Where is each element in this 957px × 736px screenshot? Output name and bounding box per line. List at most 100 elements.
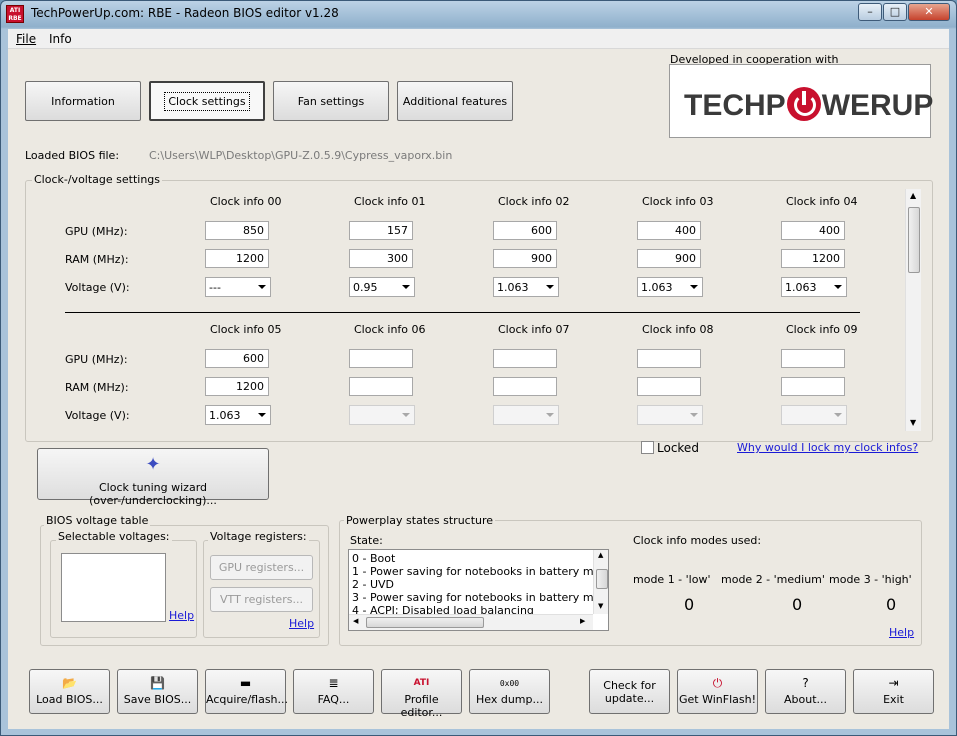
gpu-clock-input[interactable]: 850 [205, 221, 269, 240]
check-for-update-button[interactable]: Check for update... [589, 669, 670, 714]
floppy-disk-icon: 💾 [150, 676, 165, 690]
clock-info-header: Clock info 09 [786, 323, 858, 336]
tab-additional-features[interactable]: Additional features [397, 81, 513, 121]
about-button[interactable]: ? About... [765, 669, 846, 714]
ram-clock-input[interactable] [637, 377, 701, 396]
load-bios-label: Load BIOS... [36, 693, 103, 706]
gpu-clock-input[interactable] [349, 349, 413, 368]
ram-clock-input[interactable]: 1200 [205, 377, 269, 396]
gpu-registers-button[interactable]: GPU registers... [210, 555, 313, 580]
gpu-clock-input[interactable]: 157 [349, 221, 413, 240]
tab-fan-settings[interactable]: Fan settings [273, 81, 389, 121]
ram-clock-input[interactable] [349, 377, 413, 396]
scroll-down-arrow-icon[interactable]: ▼ [910, 418, 916, 427]
techpowerup-logo[interactable]: TECHP WERUP [669, 64, 933, 138]
row-label-voltage: Voltage (V): [65, 281, 130, 294]
profile-editor-button[interactable]: ATI Profile editor... [381, 669, 462, 719]
state-list-item[interactable]: 0 - Boot [349, 552, 593, 565]
states-vscroll-thumb[interactable] [596, 569, 608, 589]
voltage-select[interactable]: 1.063 [493, 277, 559, 297]
state-list-item[interactable]: 2 - UVD [349, 578, 593, 591]
clock-tuning-wizard-button[interactable]: ✦ Clock tuning wizard (over-/underclocki… [37, 448, 269, 507]
profile-editor-label: Profile editor... [400, 693, 443, 719]
lock-help-link[interactable]: Why would I lock my clock infos? [737, 441, 918, 454]
powerplay-states-list[interactable]: 0 - Boot 1 - Power saving for notebooks i… [348, 549, 609, 631]
voltage-select[interactable]: 1.063 [205, 405, 271, 425]
ram-clock-input[interactable]: 1200 [205, 249, 269, 268]
voltage-select[interactable]: 0.95 [349, 277, 415, 297]
exit-label: Exit [883, 693, 904, 706]
menu-file[interactable]: File [16, 32, 36, 46]
loaded-bios-path: C:\Users\WLP\Desktop\GPU-Z.0.5.9\Cypress… [149, 149, 453, 162]
tab-information-label: Information [51, 94, 115, 108]
faq-button[interactable]: ≣ FAQ... [293, 669, 374, 714]
maximize-button[interactable]: □ [883, 3, 907, 21]
voltage-select[interactable]: 1.063 [637, 277, 703, 297]
close-button[interactable]: ✕ [908, 3, 950, 21]
scrollbar-thumb[interactable] [908, 207, 920, 273]
state-list-item[interactable]: 3 - Power saving for notebooks in batter… [349, 591, 593, 604]
clock-scrollbar[interactable]: ▲ ▼ [905, 189, 921, 431]
states-scroll-left-icon[interactable]: ◀ [353, 617, 358, 625]
locked-checkbox[interactable] [641, 441, 654, 454]
clock-info-header: Clock info 04 [786, 195, 858, 208]
clock-info-header: Clock info 05 [210, 323, 282, 336]
voltage-select[interactable] [493, 405, 559, 425]
hex-dump-button[interactable]: 0x00 Hex dump... [469, 669, 550, 714]
save-bios-button[interactable]: 💾 Save BIOS... [117, 669, 198, 714]
ram-clock-input[interactable]: 1200 [781, 249, 845, 268]
gpu-clock-input[interactable]: 600 [493, 221, 557, 240]
gpu-clock-input[interactable] [637, 349, 701, 368]
scroll-up-arrow-icon[interactable]: ▲ [910, 191, 916, 200]
selectable-voltages-list[interactable] [61, 553, 166, 622]
voltage-select[interactable] [349, 405, 415, 425]
ram-clock-input[interactable] [781, 377, 845, 396]
minimize-button[interactable]: – [858, 3, 882, 21]
get-winflash-button[interactable]: ⏻ Get WinFlash! [677, 669, 758, 714]
voltage-select[interactable]: --- [205, 277, 271, 297]
voltage-select[interactable]: 1.063 [781, 277, 847, 297]
tab-information[interactable]: Information [25, 81, 141, 121]
voltage-select-value: 1.063 [497, 281, 529, 294]
powerplay-help-link[interactable]: Help [889, 626, 914, 639]
state-list-item[interactable]: 4 - ACPI; Disabled load balancing [349, 604, 593, 614]
tab-clock-settings[interactable]: Clock settings [149, 81, 265, 121]
voltage-select[interactable] [637, 405, 703, 425]
ram-clock-input[interactable]: 300 [349, 249, 413, 268]
registers-help-link[interactable]: Help [289, 617, 314, 630]
title-bar[interactable]: ATI RBE TechPowerUp.com: RBE - Radeon BI… [1, 1, 956, 27]
question-icon: ? [802, 676, 809, 690]
menu-bar: File Info [8, 29, 949, 49]
vtt-registers-button[interactable]: VTT registers... [210, 587, 313, 612]
gpu-clock-input[interactable]: 400 [781, 221, 845, 240]
locked-label: Locked [657, 441, 699, 455]
acquire-flash-button[interactable]: ▬ Acquire/flash... [205, 669, 288, 714]
gpu-clock-input[interactable] [781, 349, 845, 368]
main-panel: Information Clock settings Fan settings … [8, 49, 949, 729]
ram-clock-input[interactable]: 900 [493, 249, 557, 268]
gpu-clock-input[interactable] [493, 349, 557, 368]
ram-clock-input[interactable] [493, 377, 557, 396]
gpu-clock-input[interactable]: 400 [637, 221, 701, 240]
save-bios-label: Save BIOS... [123, 693, 192, 706]
states-hscroll[interactable]: ◀ ▶ [349, 614, 593, 630]
exit-button[interactable]: ⇥ Exit [853, 669, 934, 714]
voltage-help-link[interactable]: Help [169, 609, 194, 622]
states-scroll-down-icon[interactable]: ▼ [598, 602, 603, 610]
ram-clock-input[interactable]: 900 [637, 249, 701, 268]
block-divider [65, 312, 860, 313]
states-scroll-right-icon[interactable]: ▶ [580, 617, 585, 625]
document-icon: ≣ [328, 676, 339, 690]
states-vscroll[interactable]: ▲ ▼ [593, 550, 608, 614]
states-hscroll-thumb[interactable] [366, 617, 484, 628]
state-list-item[interactable]: 1 - Power saving for notebooks in batter… [349, 565, 593, 578]
states-scroll-up-icon[interactable]: ▲ [598, 551, 603, 559]
menu-info[interactable]: Info [49, 32, 72, 46]
voltage-select[interactable] [781, 405, 847, 425]
load-bios-button[interactable]: 📂 Load BIOS... [29, 669, 110, 714]
dropdown-arrow-icon [546, 413, 554, 417]
hex-icon: 0x00 [499, 679, 520, 688]
wizard-icon: ✦ [145, 454, 161, 475]
gpu-clock-input[interactable]: 600 [205, 349, 269, 368]
about-label: About... [783, 693, 827, 706]
